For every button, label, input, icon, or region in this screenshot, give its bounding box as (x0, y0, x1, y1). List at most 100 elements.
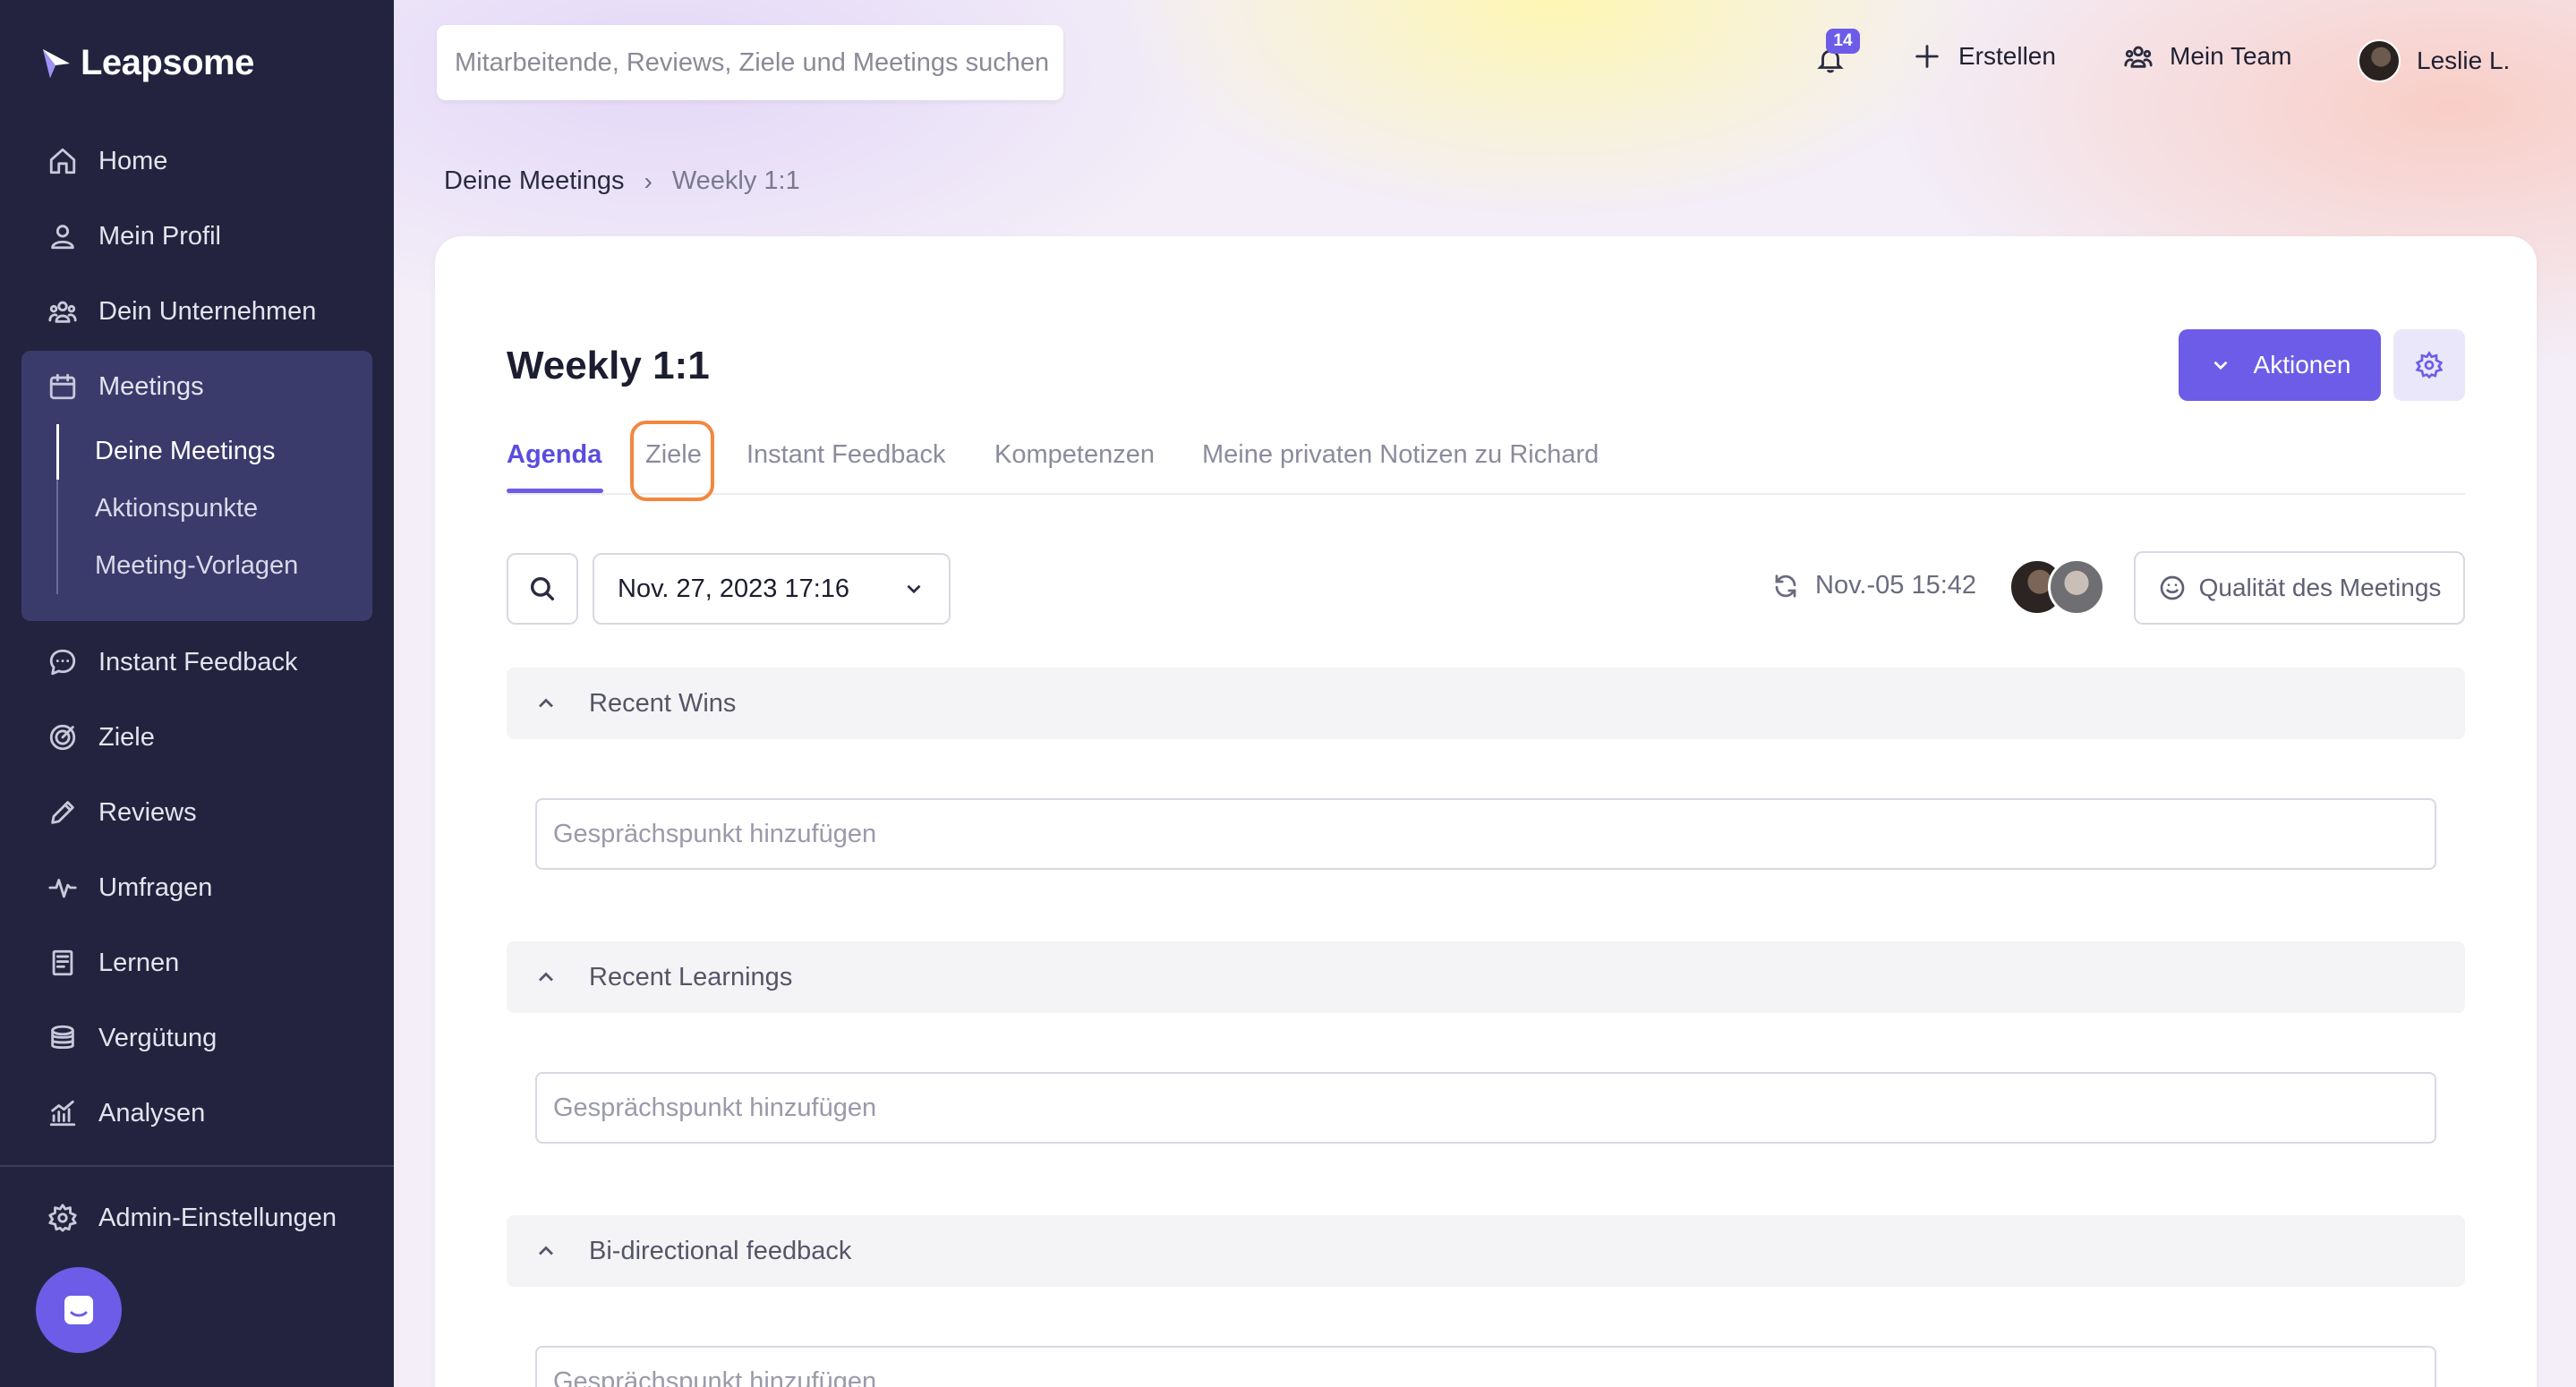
meeting-quality-button[interactable]: Qualität des Meetings (2134, 551, 2465, 625)
smiley-icon (2160, 575, 2184, 600)
sidebar-item-company[interactable]: Dein Unternehmen (47, 289, 316, 334)
leapsome-logo[interactable]: Leapsome (39, 43, 254, 83)
tabs-divider (507, 493, 2465, 495)
talking-point-input[interactable] (553, 1093, 2435, 1123)
sidebar-item-label: Umfragen (98, 872, 213, 902)
sync-icon (1775, 574, 1796, 598)
user-menu[interactable]: Leslie L. (2358, 39, 2510, 82)
sidebar-item-label: Ziele (98, 722, 155, 752)
sidebar-subitem-action-items[interactable]: Aktionspunkte (95, 494, 258, 523)
sync-time: Nov.-05 15:42 (1815, 571, 1977, 600)
chevron-down-icon (2213, 361, 2227, 370)
create-label: Erstellen (1958, 42, 2056, 70)
tab-instant-feedback[interactable]: Instant Feedback (746, 440, 945, 470)
sidebar: Leapsome Home Mein Profil Dein Unternehm… (0, 0, 394, 1387)
sidebar-subitem-meeting-templates[interactable]: Meeting-Vorlagen (95, 551, 298, 581)
create-button[interactable]: Erstellen (1912, 41, 2056, 72)
sidebar-item-label: Home (98, 146, 168, 175)
participant-avatars (2009, 558, 2105, 616)
sidebar-item-label: Instant Feedback (98, 647, 298, 676)
meeting-quality-label: Qualität des Meetings (2198, 574, 2442, 601)
sidebar-item-label: Mein Profil (98, 221, 221, 251)
sidebar-item-label: Dein Unternehmen (98, 296, 317, 326)
sidebar-item-admin-settings[interactable]: Admin-Einstellungen (47, 1196, 337, 1240)
actions-button[interactable]: Aktionen (2179, 329, 2381, 401)
pencil-icon (47, 796, 79, 829)
sidebar-item-profile[interactable]: Mein Profil (47, 214, 221, 259)
chevron-up-icon (539, 1246, 553, 1255)
sidebar-item-surveys[interactable]: Umfragen (47, 865, 212, 910)
sidebar-item-label: Meetings (98, 371, 204, 401)
my-team-button[interactable]: Mein Team (2123, 41, 2291, 72)
section-header-recent-wins[interactable]: Recent Wins (507, 668, 2465, 739)
breadcrumb: Deine Meetings › Weekly 1:1 (444, 166, 800, 196)
meeting-date-select[interactable]: Nov. 27, 2023 17:16 (593, 553, 951, 625)
tab-competencies[interactable]: Kompetenzen (994, 440, 1155, 470)
meeting-settings-button[interactable] (2393, 329, 2465, 401)
gear-icon (2415, 351, 2444, 379)
avatar (2048, 558, 2105, 616)
sidebar-item-reviews[interactable]: Reviews (47, 790, 197, 835)
search-input[interactable] (455, 47, 1063, 78)
avatar (2358, 39, 2401, 82)
talking-point-input[interactable] (553, 819, 2435, 849)
sidebar-item-compensation[interactable]: Vergütung (47, 1016, 217, 1060)
sidebar-item-meetings[interactable]: Meetings (47, 364, 204, 409)
sidebar-item-instant-feedback[interactable]: Instant Feedback (47, 640, 297, 685)
talking-point-input[interactable] (553, 1366, 2435, 1387)
book-icon (47, 947, 79, 979)
company-icon (47, 295, 79, 328)
active-tab-indicator (507, 489, 603, 493)
analytics-icon (47, 1097, 79, 1129)
sidebar-item-analytics[interactable]: Analysen (47, 1091, 205, 1136)
brand-name: Leapsome (81, 43, 254, 82)
chevron-down-icon (907, 584, 921, 594)
sidebar-item-label: Lernen (98, 948, 180, 977)
search-icon (530, 576, 555, 601)
sidebar-item-label: Admin-Einstellungen (98, 1203, 337, 1232)
actions-label: Aktionen (2253, 351, 2351, 379)
tab-agenda[interactable]: Agenda (507, 440, 601, 470)
sidebar-item-label: Reviews (98, 797, 197, 827)
sidebar-divider (0, 1165, 394, 1167)
calendar-icon (47, 370, 79, 403)
sidebar-subitem-my-meetings[interactable]: Deine Meetings (95, 437, 276, 466)
chevron-up-icon (539, 972, 553, 982)
plus-icon (1915, 45, 1939, 68)
messenger-icon (64, 1296, 93, 1324)
chevron-right-icon: › (644, 166, 653, 195)
talking-point-field[interactable] (535, 1346, 2436, 1387)
target-icon (47, 721, 79, 753)
section-header-bi-directional-feedback[interactable]: Bi-directional feedback (507, 1215, 2465, 1287)
talking-point-field[interactable] (535, 1072, 2436, 1144)
sync-status: Nov.-05 15:42 (1772, 571, 1976, 600)
home-icon (47, 145, 79, 177)
section-title: Recent Learnings (589, 962, 793, 991)
sidebar-item-home[interactable]: Home (47, 139, 167, 183)
pulse-icon (47, 872, 79, 904)
section-title: Recent Wins (589, 688, 737, 718)
my-team-label: Mein Team (2170, 42, 2292, 70)
gear-icon (47, 1202, 79, 1234)
submenu-active-indicator (56, 424, 59, 480)
breadcrumb-current: Weekly 1:1 (671, 166, 800, 195)
chat-icon (47, 646, 79, 678)
messenger-launcher[interactable] (36, 1267, 122, 1353)
global-search[interactable] (437, 25, 1063, 100)
talking-point-field[interactable] (535, 798, 2436, 870)
tab-goals-highlight (630, 421, 714, 501)
agenda-search-button[interactable] (507, 553, 578, 625)
user-icon (47, 220, 79, 252)
section-header-recent-learnings[interactable]: Recent Learnings (507, 941, 2465, 1013)
sidebar-item-learning[interactable]: Lernen (47, 940, 179, 985)
breadcrumb-parent[interactable]: Deine Meetings (444, 166, 625, 196)
notifications-badge: 14 (1826, 29, 1860, 54)
chevron-up-icon (539, 698, 553, 708)
sidebar-item-goals[interactable]: Ziele (47, 715, 155, 760)
user-name: Leslie L. (2417, 47, 2511, 74)
sidebar-item-label: Analysen (98, 1098, 206, 1127)
tab-private-notes[interactable]: Meine privaten Notizen zu Richard (1202, 440, 1599, 470)
sidebar-item-label: Vergütung (98, 1023, 218, 1052)
page-title: Weekly 1:1 (507, 344, 710, 387)
team-icon (2124, 46, 2153, 68)
